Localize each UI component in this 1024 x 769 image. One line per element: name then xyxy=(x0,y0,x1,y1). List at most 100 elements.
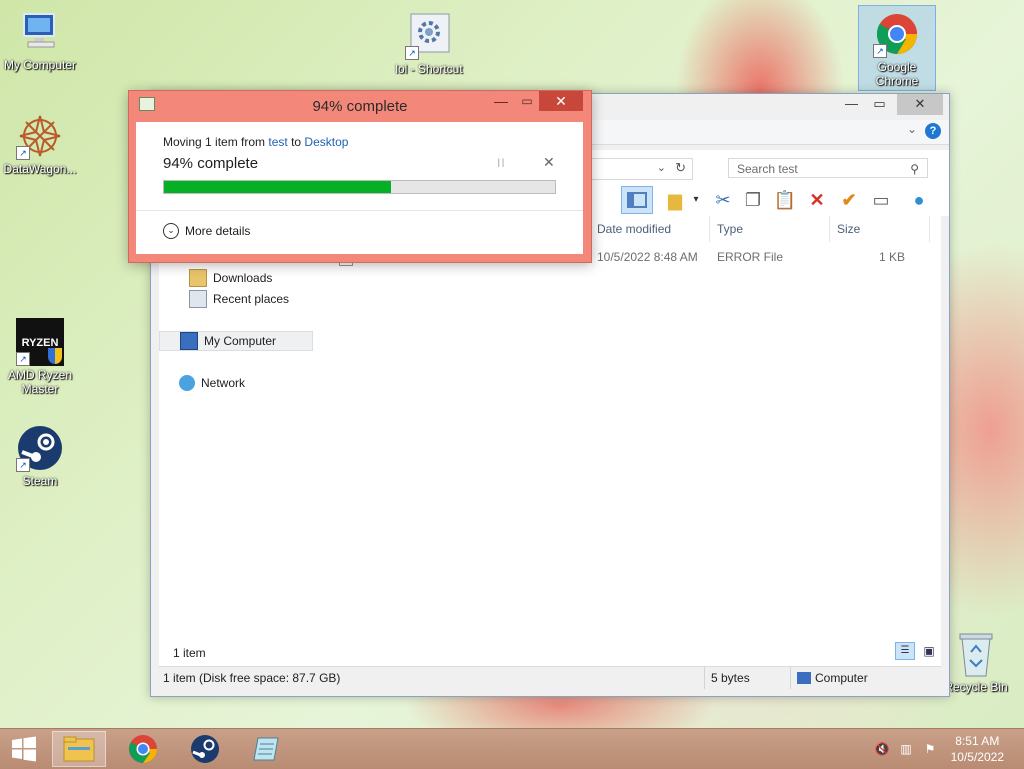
column-divider xyxy=(929,216,930,242)
desktop-icon-my-computer[interactable]: My Computer xyxy=(0,8,80,72)
more-details-label: More details xyxy=(185,224,251,238)
close-button[interactable]: ✕ xyxy=(897,94,943,115)
search-placeholder: Search test xyxy=(737,162,798,176)
cancel-operation-button[interactable]: ✕ xyxy=(543,154,555,171)
status-disk-space: 1 item (Disk free space: 87.7 GB) xyxy=(159,667,705,689)
expand-ribbon-icon[interactable]: ⌄ xyxy=(907,122,917,136)
taskbar: 🔇 ▥ ⚑ 8:51 AM 10/5/2022 xyxy=(0,728,1024,769)
details-view-icon[interactable]: ☰ xyxy=(895,642,915,660)
to-word: to xyxy=(291,135,302,149)
system-clock[interactable]: 8:51 AM 10/5/2022 xyxy=(951,733,1004,765)
nav-item-network[interactable]: Network xyxy=(179,373,245,393)
ryzen-icon: RYZEN ↗ xyxy=(16,318,64,366)
preview-pane-icon[interactable] xyxy=(621,186,653,214)
explorer-content: Downloads Recent places My Computer Netw… xyxy=(159,216,941,666)
clock-date: 10/5/2022 xyxy=(950,750,1004,764)
shortcut-arrow-icon: ↗ xyxy=(405,46,419,60)
nav-item-label: Network xyxy=(201,376,246,390)
nav-item-label: Downloads xyxy=(213,271,273,285)
delete-icon[interactable]: ✕ xyxy=(805,188,829,212)
desktop-icon-label: Steam xyxy=(22,474,58,488)
shield-icon xyxy=(48,348,62,364)
desktop-icon-datawagon[interactable]: ↗ DataWagon... xyxy=(0,112,80,176)
desktop-icon-google-chrome[interactable]: ↗ Google Chrome xyxy=(858,5,936,91)
cut-icon[interactable]: ✂ xyxy=(711,188,735,212)
folder-dropdown-icon[interactable]: ▾ xyxy=(689,188,703,212)
recycle-bin-icon xyxy=(956,630,996,678)
desktop-icon-lol-shortcut[interactable]: ↗ lol - Shortcut xyxy=(388,12,470,76)
action-center-icon[interactable]: ⚑ xyxy=(922,741,938,757)
notepad-icon xyxy=(253,737,279,761)
ryzen-logo-text: RYZEN xyxy=(21,337,59,349)
desktop-icon-steam[interactable]: ↗ Steam xyxy=(0,424,80,488)
column-header-date-modified[interactable]: Date modified xyxy=(597,222,671,236)
status-location-label: Computer xyxy=(815,671,868,685)
refresh-icon[interactable]: ↻ xyxy=(675,160,686,176)
dialog-body: Moving 1 item from test to Desktop 94% c… xyxy=(136,122,583,254)
column-divider xyxy=(709,216,710,242)
search-input[interactable]: Search test ⚲ xyxy=(728,158,928,178)
large-icons-view-icon[interactable]: ▣ xyxy=(921,642,937,660)
steam-icon: ↗ xyxy=(16,424,64,472)
file-size: 1 KB xyxy=(879,250,906,264)
copy-icon[interactable]: ❐ xyxy=(741,188,765,212)
nav-item-recent-places[interactable]: Recent places xyxy=(189,289,289,309)
shortcut-arrow-icon: ↗ xyxy=(16,146,30,160)
rename-check-icon[interactable]: ✔ xyxy=(837,188,861,212)
start-button[interactable] xyxy=(0,731,48,767)
desktop-icon-label: DataWagon... xyxy=(3,162,77,176)
progress-bar-fill xyxy=(164,181,391,193)
moving-prefix: Moving 1 item from xyxy=(163,135,266,149)
column-divider xyxy=(829,216,830,242)
minimize-button[interactable]: — xyxy=(489,91,513,111)
destination-folder-link[interactable]: Desktop xyxy=(304,135,348,149)
minimize-button[interactable]: — xyxy=(838,94,865,115)
network-icon xyxy=(179,375,195,391)
new-folder-icon[interactable]: ▆ xyxy=(663,188,687,212)
windows-logo-icon xyxy=(12,736,36,762)
paste-icon[interactable]: 📋 xyxy=(773,188,797,212)
nav-item-my-computer[interactable]: My Computer xyxy=(159,331,313,351)
file-date-modified: 10/5/2022 8:48 AM xyxy=(597,250,698,264)
properties-icon[interactable]: ▭ xyxy=(869,188,893,212)
desktop-icon-amd-ryzen-master[interactable]: RYZEN ↗ AMD Ryzen Master xyxy=(0,318,80,396)
status-size: 5 bytes xyxy=(707,667,791,689)
folder-icon xyxy=(63,736,95,762)
downloads-folder-icon xyxy=(189,269,207,287)
steam-icon xyxy=(191,735,219,763)
network-icon[interactable]: ▥ xyxy=(898,741,914,757)
datawagon-logo-icon: ↗ xyxy=(16,112,64,160)
taskbar-steam[interactable] xyxy=(178,731,232,767)
pause-button[interactable]: II xyxy=(497,156,506,170)
navigation-pane: Downloads Recent places My Computer Netw… xyxy=(159,216,319,666)
computer-icon xyxy=(797,672,811,684)
dialog-titlebar: 94% complete — ▭ ✕ xyxy=(129,91,591,121)
recent-places-icon xyxy=(189,290,207,308)
desktop-icon-label: My Computer xyxy=(3,58,77,72)
shortcut-arrow-icon: ↗ xyxy=(16,458,30,472)
nav-item-downloads[interactable]: Downloads xyxy=(189,268,272,288)
percent-complete-text: 94% complete xyxy=(163,155,259,172)
source-folder-link[interactable]: test xyxy=(268,135,287,149)
gear-document-icon: ↗ xyxy=(405,12,453,60)
progress-bar xyxy=(163,180,556,194)
chrome-icon: ↗ xyxy=(873,10,921,58)
taskbar-notepad[interactable] xyxy=(240,731,294,767)
taskbar-file-explorer[interactable] xyxy=(52,731,106,767)
desktop-icon-label: lol - Shortcut xyxy=(395,62,463,76)
taskbar-chrome[interactable] xyxy=(116,731,170,767)
maximize-button[interactable]: ▭ xyxy=(515,91,539,111)
address-bar[interactable]: ⌄ ↻ xyxy=(581,158,693,180)
column-header-size[interactable]: Size xyxy=(837,222,860,236)
file-type: ERROR File xyxy=(717,250,784,264)
globe-icon[interactable]: ● xyxy=(907,188,931,212)
close-button[interactable]: ✕ xyxy=(539,91,583,111)
address-dropdown-icon[interactable]: ⌄ xyxy=(657,161,666,174)
help-icon[interactable]: ? xyxy=(925,123,941,139)
desktop-icon-label: AMD Ryzen Master xyxy=(7,368,72,396)
volume-muted-icon[interactable]: 🔇 xyxy=(874,741,890,757)
maximize-button[interactable]: ▭ xyxy=(866,94,893,115)
nav-item-label: Recent places xyxy=(213,292,290,306)
more-details-button[interactable]: ⌄ More details xyxy=(163,223,250,239)
column-header-type[interactable]: Type xyxy=(717,222,743,236)
